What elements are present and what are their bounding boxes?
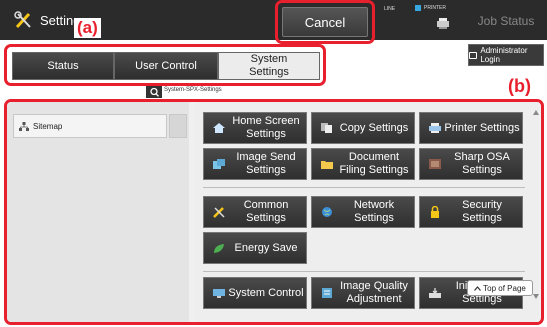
tools-icon [213, 207, 225, 218]
line-label: LINE [384, 6, 396, 12]
document-filing-settings-button[interactable]: Document Filing Settings [311, 148, 415, 180]
menu-label: Printer Settings [444, 121, 520, 134]
menu-label: Document Filing Settings [339, 151, 409, 176]
scroll-down-arrow-icon[interactable] [533, 294, 539, 299]
monitor-icon [213, 289, 225, 298]
tools-icon [14, 11, 31, 29]
menu-label: Copy Settings [339, 121, 409, 134]
sidebar-item-sitemap[interactable]: Sitemap [13, 114, 167, 138]
copy-settings-button[interactable]: Copy Settings [311, 112, 415, 144]
sitemap-icon [19, 121, 29, 131]
section-divider [203, 187, 525, 188]
menu-label: System Control [228, 286, 304, 299]
menu-label: Energy Save [234, 241, 298, 254]
osa-icon [429, 159, 441, 169]
tabs-highlight: Status User Control System Settings [4, 44, 326, 86]
menu-label: Network Settings [353, 199, 395, 224]
chevron-up-icon [474, 285, 482, 291]
tab-status[interactable]: Status [12, 52, 114, 80]
cancel-button[interactable]: Cancel [282, 7, 368, 37]
leaf-icon [214, 244, 224, 253]
search-icon[interactable] [146, 86, 162, 98]
sidebar-scroll-tab[interactable] [169, 114, 187, 138]
printer-icon [437, 18, 449, 29]
job-status-button[interactable]: Job Status [468, 7, 544, 34]
menu-label: Sharp OSA Settings [454, 151, 510, 176]
sidebar-item-label: Sitemap [33, 121, 63, 131]
image-send-icon [213, 159, 225, 169]
menu-label: Common Settings [243, 199, 289, 224]
top-of-page-label: Top of Page [483, 283, 526, 293]
security-settings-button[interactable]: Security Settings [419, 196, 523, 228]
printer-label: PRINTER [424, 5, 446, 11]
administrator-login-label: Administrator Login [480, 46, 528, 64]
image-send-settings-button[interactable]: Image Send Settings [203, 148, 307, 180]
image-quality-icon [322, 288, 332, 298]
home-icon [213, 123, 225, 133]
install-icon [429, 288, 441, 298]
tab-system-settings[interactable]: System Settings [218, 52, 320, 80]
copy-icon [321, 123, 332, 133]
menu-label: Home Screen Settings [232, 115, 300, 140]
globe-icon [322, 207, 332, 217]
status-indicators: LINE PRINTER [384, 0, 464, 40]
menu-label: Security Settings [462, 199, 502, 224]
printer-settings-button[interactable]: Printer Settings [419, 112, 523, 144]
home-screen-settings-button[interactable]: Home Screen Settings [203, 112, 307, 144]
callout-b: (b) [508, 76, 531, 96]
folder-icon [321, 161, 333, 169]
main-highlight: Sitemap Home Screen Settings Copy Settin… [4, 99, 544, 325]
image-quality-adjustment-button[interactable]: Image Quality Adjustment [311, 277, 415, 309]
tab-user-control[interactable]: User Control [114, 52, 218, 80]
callout-a: (a) [74, 18, 101, 38]
main-scrollbar[interactable] [533, 106, 541, 306]
printer-status-dot [415, 5, 421, 11]
lock-icon [431, 206, 439, 218]
sharp-osa-settings-button[interactable]: Sharp OSA Settings [419, 148, 523, 180]
breadcrumb: System-SPX-Settings [100, 86, 460, 98]
network-settings-button[interactable]: Network Settings [311, 196, 415, 228]
sidebar: Sitemap [7, 102, 189, 322]
menu-label: Image Send Settings [236, 151, 296, 176]
section-divider [203, 271, 525, 272]
energy-save-button[interactable]: Energy Save [203, 232, 307, 264]
scroll-up-arrow-icon[interactable] [533, 110, 539, 115]
administrator-login-button[interactable]: Administrator Login [468, 44, 544, 66]
common-settings-button[interactable]: Common Settings [203, 196, 307, 228]
menu-label: Image Quality Adjustment [340, 280, 408, 305]
top-of-page-button[interactable]: Top of Page [467, 280, 533, 296]
cancel-highlight: Cancel [275, 0, 375, 44]
system-control-button[interactable]: System Control [203, 277, 307, 309]
breadcrumb-text: System-SPX-Settings [164, 87, 222, 93]
printer-icon [429, 123, 441, 133]
login-icon [469, 51, 478, 59]
